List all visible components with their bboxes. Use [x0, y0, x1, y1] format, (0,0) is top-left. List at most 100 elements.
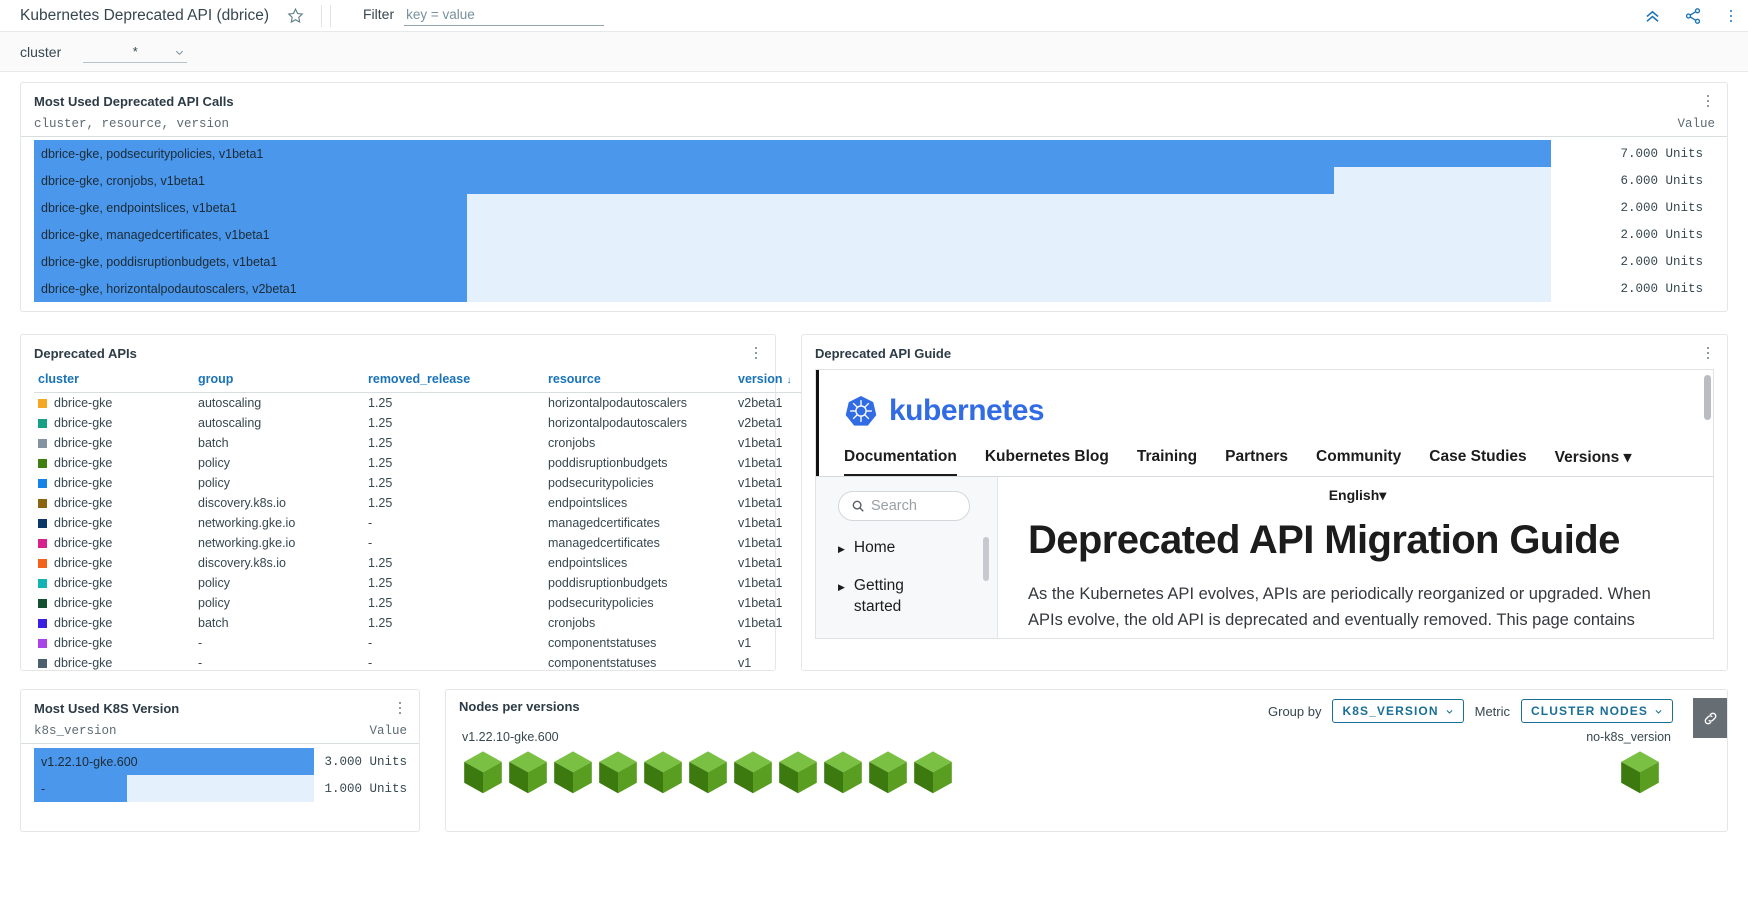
search-input[interactable]: Search — [838, 491, 970, 521]
panel-menu-icon[interactable] — [393, 699, 407, 717]
series-color-swatch — [38, 399, 47, 408]
gauge-row[interactable]: dbrice-gke, poddisruptionbudgets, v1beta… — [34, 248, 1715, 275]
table-row[interactable]: dbrice-gke batch 1.25 cronjobs v1beta1 — [34, 433, 810, 453]
panel-deprecated-api-guide: Deprecated API Guide kubernetes Document… — [801, 334, 1728, 671]
table-row[interactable]: dbrice-gke networking.gke.io - managedcerti… — [34, 513, 810, 533]
panel-menu-icon[interactable] — [749, 344, 763, 362]
table-row[interactable]: dbrice-gke networking.gke.io - managedcerti… — [34, 533, 810, 553]
k8s-sidebar-item-concepts[interactable]: ▶Concepts — [838, 635, 930, 638]
series-color-swatch — [38, 419, 47, 428]
star-outline-icon[interactable] — [285, 6, 305, 26]
more-options-icon[interactable] — [1724, 7, 1738, 25]
table-header-group[interactable]: group — [194, 369, 364, 393]
cell-resource: componentstatuses — [548, 636, 657, 650]
cell-removed_release: 1.25 — [368, 556, 393, 570]
search-icon — [852, 500, 864, 512]
node-cube-icon — [644, 751, 682, 794]
guide-paragraph: As the Kubernetes API evolves, APIs are … — [1028, 584, 1651, 638]
filter-input[interactable] — [404, 5, 605, 26]
cell-removed_release: - — [368, 656, 373, 670]
cell-cluster: dbrice-gke — [34, 613, 194, 633]
cluster-variable-select[interactable]: * — [83, 41, 188, 63]
kubernetes-main-content: English▾ Deprecated API Migration Guide … — [998, 477, 1713, 638]
gauge-row[interactable]: dbrice-gke, cronjobs, v1beta1 6.000 Units — [34, 167, 1715, 194]
k8s-nav-case-studies[interactable]: Case Studies — [1429, 448, 1526, 476]
panel-menu-icon[interactable] — [1701, 92, 1715, 110]
table-row[interactable]: dbrice-gke policy 1.25 podsecuritypolicies v… — [34, 473, 810, 493]
series-color-swatch — [38, 479, 47, 488]
gauge-list: v1.22.10-gke.600 3.000 Units - 1.000 Units — [21, 744, 419, 802]
k8s-nav-versions[interactable]: Versions ▾ — [1555, 448, 1632, 476]
kubernetes-logo: kubernetes — [816, 370, 1713, 428]
table-row[interactable]: dbrice-gke discovery.k8s.io 1.25 endpointsl… — [34, 493, 810, 513]
panel-most-used-k8s-version: Most Used K8S Version k8s_version Value … — [20, 689, 420, 832]
embed-scrollbar[interactable] — [1704, 375, 1711, 420]
language-selector[interactable]: English▾ — [1028, 487, 1687, 504]
gauge-label: dbrice-gke, poddisruptionbudgets, v1beta… — [41, 254, 278, 269]
table-row[interactable]: dbrice-gke discovery.k8s.io 1.25 endpointsl… — [34, 553, 810, 573]
gauge-row[interactable]: dbrice-gke, podsecuritypolicies, v1beta1… — [34, 140, 1715, 167]
table-row[interactable]: dbrice-gke - - componentstatuses v1 — [34, 653, 810, 673]
k8s-sidebar-item-getting-started[interactable]: ▶ Getting started — [838, 576, 930, 618]
share-icon[interactable] — [1684, 7, 1702, 25]
table-row[interactable]: dbrice-gke policy 1.25 poddisruptionbudgets… — [34, 453, 810, 473]
gauge-track: dbrice-gke, poddisruptionbudgets, v1beta… — [34, 248, 1551, 275]
collapse-icon[interactable] — [1643, 7, 1662, 26]
embedded-kubernetes-page[interactable]: kubernetes Documentation Kubernetes Blog T… — [815, 369, 1714, 639]
k8s-nav-partners[interactable]: Partners — [1225, 448, 1288, 476]
table-row[interactable]: dbrice-gke batch 1.25 cronjobs v1beta1 — [34, 613, 810, 633]
metric-dropdown[interactable]: CLUSTER NODES — [1521, 699, 1673, 723]
table-row[interactable]: dbrice-gke policy 1.25 podsecuritypolicies v… — [34, 593, 810, 613]
cell-resource: poddisruptionbudgets — [548, 456, 668, 470]
gauge-row[interactable]: dbrice-gke, endpointslices, v1beta1 2.000… — [34, 194, 1715, 221]
panel-deprecated-apis: Deprecated APIs cluster group removed_rele… — [20, 334, 810, 671]
cluster-variable-label: cluster — [20, 43, 62, 60]
cell-resource: podsecuritypolicies — [548, 476, 654, 490]
cell-removed_release: 1.25 — [368, 496, 393, 510]
table-row[interactable]: dbrice-gke autoscaling 1.25 horizontalpodau… — [34, 413, 810, 433]
panel-title: Most Used K8S Version — [34, 700, 180, 716]
cell-group: policy — [198, 456, 230, 470]
k8s-nav-community[interactable]: Community — [1316, 448, 1401, 476]
gauge-row[interactable]: - 1.000 Units — [34, 775, 407, 802]
cell-removed_release: - — [368, 536, 373, 550]
cell-removed_release: 1.25 — [368, 416, 393, 430]
cell-cluster: dbrice-gke — [34, 393, 194, 414]
kubernetes-site-nav: Documentation Kubernetes Blog Training Part… — [816, 428, 1713, 477]
panel-header: Deprecated APIs — [21, 335, 775, 369]
gauge-value: 1.000 Units — [324, 781, 407, 796]
table-row[interactable]: dbrice-gke policy 1.25 poddisruptionbudgets… — [34, 573, 810, 593]
series-color-swatch — [38, 659, 47, 668]
gauge-value: 3.000 Units — [324, 754, 407, 769]
gauge-row[interactable]: dbrice-gke, horizontalpodautoscalers, v2… — [34, 275, 1715, 302]
sidebar-scrollbar[interactable] — [983, 537, 989, 581]
k8s-nav-training[interactable]: Training — [1137, 448, 1197, 476]
k8s-sidebar-item-home[interactable]: ▶ Home — [838, 538, 930, 559]
group-by-dropdown[interactable]: K8S_VERSION — [1332, 699, 1464, 723]
panel-menu-icon[interactable] — [1701, 344, 1715, 362]
k8s-sidebar-item-label: Home — [853, 539, 896, 556]
table-header-cluster[interactable]: cluster — [34, 369, 194, 393]
table-row[interactable]: dbrice-gke - - componentstatuses v1 — [34, 633, 810, 653]
node-cube-icon — [1621, 751, 1659, 794]
cell-version: v1beta1 — [738, 476, 783, 490]
gauge-col-value: Value — [369, 724, 407, 738]
cell-version: v1beta1 — [738, 436, 783, 450]
table-row[interactable]: dbrice-gke autoscaling 1.25 horizontalpodau… — [34, 393, 810, 414]
node-cube-icon — [869, 751, 907, 794]
gauge-row[interactable]: dbrice-gke, managedcertificates, v1beta1… — [34, 221, 1715, 248]
k8s-nav-documentation[interactable]: Documentation — [844, 448, 957, 476]
cell-cluster: dbrice-gke — [34, 553, 194, 573]
table-header-version[interactable]: version ↓ — [734, 369, 810, 393]
series-color-swatch — [38, 639, 47, 648]
cell-resource: cronjobs — [548, 616, 596, 630]
cube-row — [446, 750, 954, 796]
table-header-resource[interactable]: resource — [544, 369, 734, 393]
link-icon[interactable] — [1693, 698, 1727, 738]
guide-heading: Deprecated API Migration Guide — [1028, 518, 1620, 562]
gauge-row[interactable]: v1.22.10-gke.600 3.000 Units — [34, 748, 407, 775]
variable-bar: cluster * — [0, 32, 1748, 72]
gauge-col-label: cluster, resource, version — [34, 117, 230, 131]
table-header-removed_release[interactable]: removed_release — [364, 369, 544, 393]
k8s-nav-kubernetes-blog[interactable]: Kubernetes Blog — [985, 448, 1109, 476]
